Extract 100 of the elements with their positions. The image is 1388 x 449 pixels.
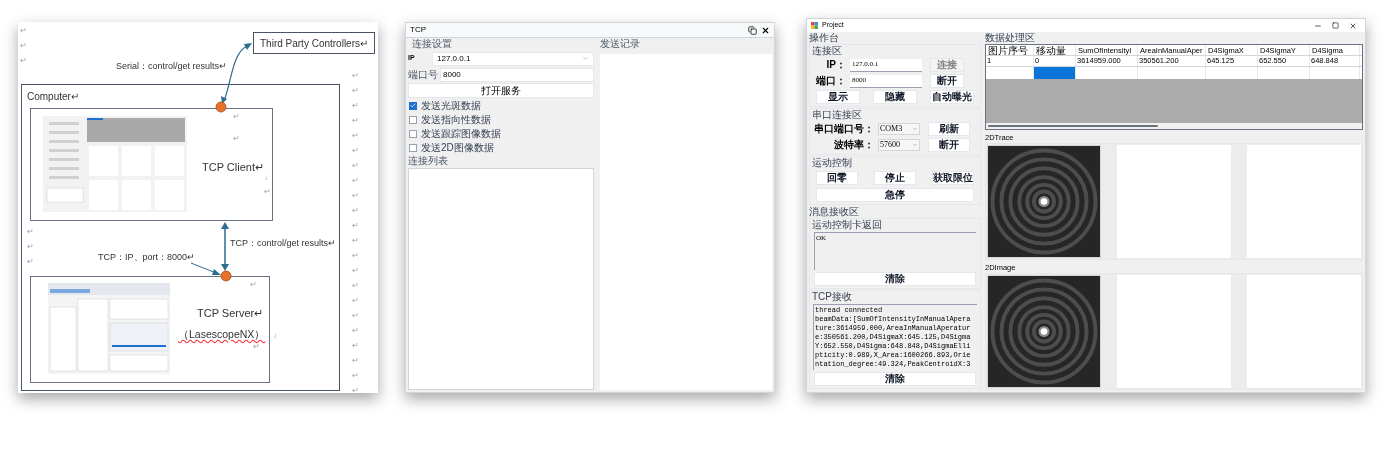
- clear-button[interactable]: 清除: [814, 372, 976, 386]
- group-label: 消息接收区: [809, 206, 860, 217]
- paragraph-mark: ↵: [352, 385, 359, 397]
- select-field[interactable]: 57600: [878, 139, 920, 151]
- view-button[interactable]: 显示: [816, 90, 860, 104]
- chevron-down-icon: [582, 55, 589, 62]
- connection-label: TCP：control/get results↵: [230, 237, 337, 250]
- node-label: Third Party Controllers↵: [260, 36, 368, 51]
- paragraph-mark: ↵: [352, 100, 359, 112]
- connector-arrow: [221, 222, 229, 271]
- paragraph-mark: ↵: [250, 279, 257, 291]
- paragraph-mark: ↓: [273, 330, 277, 342]
- connection-label: Serial：control/get results↵: [116, 60, 228, 73]
- chevron-down-icon: [912, 142, 918, 148]
- paragraph-mark: ↵: [352, 370, 359, 382]
- app-icon: [811, 22, 818, 29]
- node-label: TCP Server↵: [197, 306, 264, 321]
- port-field[interactable]: 8000: [440, 67, 594, 82]
- open-service-button[interactable]: 打开服务: [408, 83, 594, 98]
- paragraph-mark: ↵: [20, 25, 27, 37]
- checkbox-label: 发送指向性数据: [421, 113, 491, 126]
- select-field[interactable]: COM3: [878, 123, 920, 135]
- paragraph-mark: ↓: [264, 172, 268, 184]
- node-label: （LasescopeNX）: [178, 327, 266, 342]
- paragraph-mark: ↵: [352, 280, 359, 292]
- group-label: 操作台: [809, 32, 840, 43]
- group-label: 连接设置: [411, 38, 453, 50]
- paragraph-mark: ↵: [352, 235, 359, 247]
- emergency-stop-button[interactable]: 急停: [816, 188, 974, 202]
- paragraph-mark: ↵: [352, 205, 359, 217]
- group-label: 连接列表: [408, 155, 449, 167]
- paragraph-mark: ↵: [352, 145, 359, 157]
- leader-line: [190, 262, 221, 275]
- group-label: TCP接收: [812, 291, 853, 302]
- column-header: 移动量: [1034, 45, 1076, 55]
- checkbox[interactable]: [409, 143, 417, 152]
- field-label: 串口端口号：: [813, 123, 874, 135]
- paragraph-mark: ↵: [352, 355, 359, 367]
- paragraph-mark: ↵: [233, 133, 240, 145]
- paragraph-mark: ↵: [27, 256, 34, 268]
- view-button[interactable]: 自动曝光: [930, 90, 974, 104]
- connection-label: TCP：IP、port：8000↵: [98, 251, 196, 264]
- paragraph-mark: ↵: [352, 340, 359, 352]
- paragraph-mark: ↵: [352, 70, 359, 82]
- window-title: TCP: [410, 24, 426, 36]
- chevron-down-icon: [912, 126, 918, 132]
- paragraph-mark: ↵: [352, 115, 359, 127]
- paragraph-mark: ↵: [352, 190, 359, 202]
- paragraph-mark: ↵: [27, 241, 34, 253]
- group-label: 发送记录: [600, 38, 641, 50]
- paragraph-mark: ↵: [27, 226, 34, 238]
- connection-dot: [215, 101, 227, 113]
- serial-button[interactable]: 断开: [928, 138, 970, 152]
- checkbox-label: 发送2D图像数据: [421, 141, 494, 154]
- paragraph-mark: ↵: [352, 160, 359, 172]
- connection-dot: [220, 270, 232, 282]
- motion-button[interactable]: 停止: [874, 171, 916, 185]
- serial-button[interactable]: 刷新: [928, 122, 970, 136]
- paragraph-mark: ↵: [352, 325, 359, 337]
- restore-icon[interactable]: [748, 25, 757, 35]
- maximize-icon[interactable]: [1332, 22, 1339, 29]
- close-icon[interactable]: [761, 25, 770, 35]
- paragraph-mark: ↵: [352, 295, 359, 307]
- field-label: IP：: [825, 59, 846, 71]
- table-cell[interactable]: [1034, 67, 1076, 79]
- paragraph-mark: ↵: [20, 55, 27, 67]
- checkbox-label: 发送光斑数据: [421, 99, 481, 112]
- field-label: 端口：: [815, 75, 846, 87]
- paragraph-mark: ↵: [352, 250, 359, 262]
- paragraph-mark: ↵: [352, 175, 359, 187]
- group-label: 运动控制: [812, 157, 853, 168]
- checkbox[interactable]: [409, 101, 417, 110]
- paragraph-mark: ↵: [352, 85, 359, 97]
- motion-button[interactable]: 获取限位: [932, 171, 974, 185]
- view-button[interactable]: 隐藏: [873, 90, 917, 104]
- motion-button[interactable]: 回零: [816, 171, 858, 185]
- group-label: 数据处理区: [985, 32, 1036, 43]
- paragraph-mark: ↵: [352, 220, 359, 232]
- paragraph-mark: ↵: [233, 111, 240, 123]
- paragraph-mark: ↵: [20, 40, 27, 52]
- field-label: 波特率：: [833, 139, 874, 151]
- field-label: 端口号: [408, 68, 439, 81]
- paragraph-mark: ↵: [352, 265, 359, 277]
- node-label: TCP Client↵: [202, 160, 264, 175]
- paragraph-mark: ↵: [264, 186, 271, 198]
- close-icon[interactable]: [1349, 21, 1357, 30]
- connection-button[interactable]: 断开: [930, 74, 964, 88]
- paragraph-mark: ↵: [352, 130, 359, 142]
- clear-button[interactable]: 清除: [814, 272, 976, 286]
- horizontal-scrollbar[interactable]: [986, 123, 1362, 129]
- ip-combobox[interactable]: 127.0.0.1: [432, 51, 594, 66]
- checkbox[interactable]: [409, 129, 417, 138]
- frame-label: Computer↵: [27, 90, 79, 104]
- paragraph-mark: ↵: [253, 341, 260, 353]
- checkbox-label: 发送跟踪图像数据: [421, 127, 501, 140]
- paragraph-mark: ↵: [352, 310, 359, 322]
- column-header: 图片序号: [986, 45, 1034, 55]
- group-label: 连接区: [812, 45, 843, 56]
- checkbox[interactable]: [409, 115, 417, 124]
- group-label: 运动控制卡返回: [812, 219, 883, 230]
